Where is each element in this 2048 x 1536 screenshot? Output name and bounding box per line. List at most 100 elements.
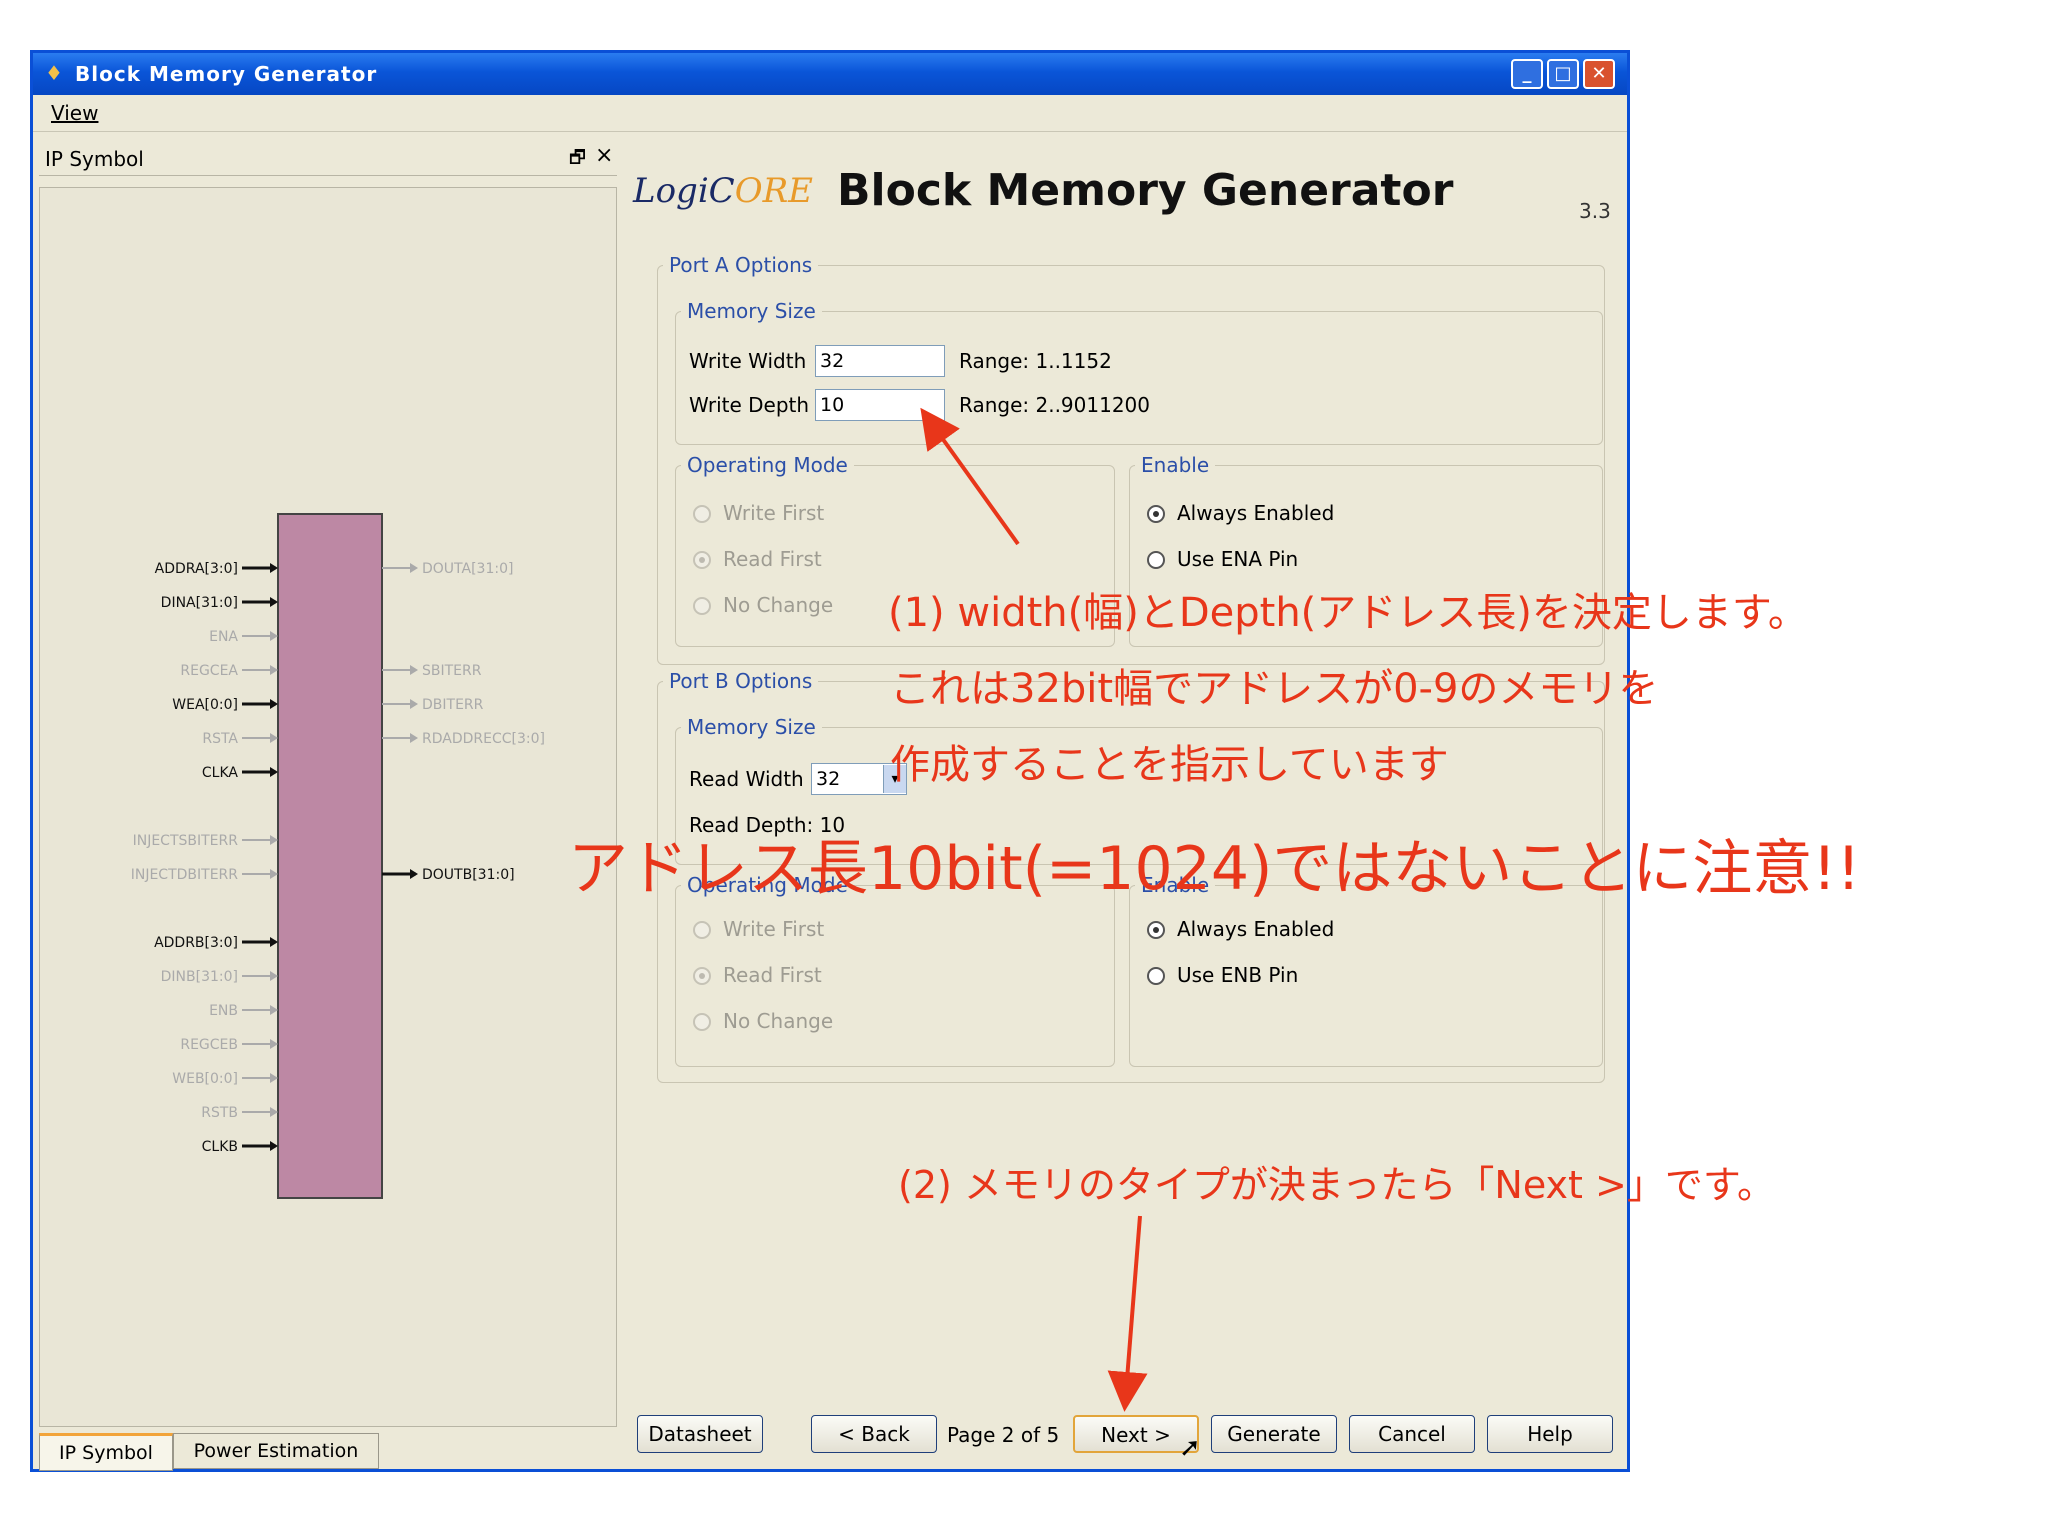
version-label: 3.3: [1579, 199, 1611, 223]
pin-arrow-icon: [410, 563, 418, 573]
annotation-warning: アドレス長10bit(=1024)ではないことに注意!!: [568, 834, 1861, 904]
port-b-memory-size-label: Memory Size: [681, 715, 822, 739]
page-title: Block Memory Generator: [837, 165, 1454, 216]
pin-label: CLKB: [202, 1139, 238, 1155]
port-a-read-first-label: Read First: [723, 547, 822, 571]
annotation-note1-line2: これは32bit幅でアドレスが0-9のメモリを: [890, 666, 1659, 712]
pin-label: INJECTSBITERR: [133, 833, 239, 849]
pin-label: ENA: [209, 629, 238, 645]
pin-label: REGCEB: [180, 1037, 238, 1053]
port-a-always-enabled-radio[interactable]: [1147, 505, 1165, 523]
pin-label: CLKA: [202, 765, 239, 781]
pin-arrow-icon: [270, 937, 278, 947]
port-b-write-first-radio[interactable]: [693, 921, 711, 939]
pin-arrow-icon: [270, 631, 278, 641]
pin-label: DINB[31:0]: [161, 969, 238, 985]
write-depth-field[interactable]: 10: [815, 389, 945, 421]
pin-label: ENB: [209, 1003, 238, 1019]
logo-text-mid: O: [734, 171, 763, 211]
pin-label: DOUTB[31:0]: [422, 867, 515, 883]
close-button[interactable]: ✕: [1583, 59, 1615, 89]
maximize-button[interactable]: □: [1547, 59, 1579, 89]
pin-label: DINA[31:0]: [161, 595, 238, 611]
port-b-no-change-radio[interactable]: [693, 1013, 711, 1031]
pin-arrow-icon: [270, 665, 278, 675]
pin-arrow-icon: [270, 1141, 278, 1151]
port-a-memory-size-group: [675, 311, 1603, 445]
ip-symbol-panel-header: IP Symbol 🗗 ×: [39, 141, 617, 176]
pin-arrow-icon: [270, 699, 278, 709]
cancel-button[interactable]: Cancel: [1349, 1415, 1475, 1453]
write-depth-range: Range: 2..9011200: [959, 393, 1150, 417]
port-a-use-ena-label: Use ENA Pin: [1177, 547, 1299, 571]
tab-power-estimation[interactable]: Power Estimation: [173, 1433, 379, 1469]
pin-label: ADDRB[3:0]: [154, 935, 238, 951]
port-b-read-first-radio[interactable]: [693, 967, 711, 985]
restore-icon[interactable]: 🗗: [569, 145, 586, 175]
pin-arrow-icon: [270, 835, 278, 845]
pin-arrow-icon: [270, 767, 278, 777]
menu-view[interactable]: View: [51, 101, 98, 125]
port-a-enable-label: Enable: [1135, 453, 1216, 477]
write-depth-label: Write Depth: [689, 393, 810, 417]
pin-label: DBITERR: [422, 697, 484, 713]
port-b-write-first-label: Write First: [723, 917, 825, 941]
title-bar[interactable]: ♦ Block Memory Generator _ □ ✕: [33, 53, 1627, 95]
pin-arrow-icon: [410, 733, 418, 743]
back-button[interactable]: < Back: [811, 1415, 937, 1453]
ip-symbol-diagram: ADDRA[3:0] DINA[31:0] ENA REGCEA WEA[0:0] RST…: [131, 513, 545, 1199]
write-width-field[interactable]: 32: [815, 345, 945, 377]
generate-button[interactable]: Generate: [1211, 1415, 1337, 1453]
logo-text-prefix: LogiC: [633, 171, 735, 211]
pin-arrow-icon: [270, 1107, 278, 1117]
pin-arrow-icon: [270, 733, 278, 743]
pin-label: SBITERR: [422, 663, 482, 679]
annotation-note1-line3: 作成することを指示しています: [890, 742, 1449, 788]
pin-label: WEA[0:0]: [172, 697, 238, 713]
minimize-button[interactable]: _: [1511, 59, 1543, 89]
port-a-always-enabled-label: Always Enabled: [1177, 501, 1335, 525]
port-a-read-first-radio[interactable]: [693, 551, 711, 569]
pin-arrow-icon: [270, 1039, 278, 1049]
logo-text-suffix: RE: [762, 171, 813, 211]
pin-arrow-icon: [270, 1005, 278, 1015]
pin-label: RSTB: [201, 1105, 238, 1121]
pin-arrow-icon: [270, 597, 278, 607]
port-b-no-change-label: No Change: [723, 1009, 834, 1033]
tab-ip-symbol[interactable]: IP Symbol: [39, 1433, 173, 1471]
port-a-memory-size-label: Memory Size: [681, 299, 822, 323]
port-a-operating-mode-label: Operating Mode: [681, 453, 854, 477]
port-b-use-enb-radio[interactable]: [1147, 967, 1165, 985]
help-button[interactable]: Help: [1487, 1415, 1613, 1453]
app-icon: ♦: [45, 61, 63, 85]
port-a-use-ena-radio[interactable]: [1147, 551, 1165, 569]
menu-bar: View: [33, 95, 1627, 132]
port-a-no-change-radio[interactable]: [693, 597, 711, 615]
pin-label: ADDRA[3:0]: [155, 561, 238, 577]
port-b-label: Port B Options: [663, 669, 819, 693]
pin-arrow-icon: [270, 869, 278, 879]
port-b-use-enb-label: Use ENB Pin: [1177, 963, 1299, 987]
port-b-always-enabled-radio[interactable]: [1147, 921, 1165, 939]
pin-label: WEB[0:0]: [172, 1071, 238, 1087]
port-a-write-first-radio[interactable]: [693, 505, 711, 523]
port-b-always-enabled-label: Always Enabled: [1177, 917, 1335, 941]
read-width-label: Read Width: [689, 767, 804, 791]
pin-arrow-icon: [410, 665, 418, 675]
write-width-range: Range: 1..1152: [959, 349, 1112, 373]
datasheet-button[interactable]: Datasheet: [637, 1415, 763, 1453]
memory-block: [277, 513, 383, 1199]
ip-symbol-canvas: ADDRA[3:0] DINA[31:0] ENA REGCEA WEA[0:0] RST…: [39, 187, 617, 1427]
mouse-cursor-icon: ➚: [1179, 1433, 1201, 1463]
port-a-label: Port A Options: [663, 253, 819, 277]
port-a-write-first-label: Write First: [723, 501, 825, 525]
pin-arrow-icon: [410, 869, 418, 879]
logicore-logo: LogiCORE: [633, 171, 813, 211]
panel-title: IP Symbol: [45, 147, 144, 171]
port-b-read-first-label: Read First: [723, 963, 822, 987]
annotation-note1-line1: (1) width(幅)とDepth(アドレス長)を決定します。: [888, 590, 1808, 636]
left-panel-tabs: IP Symbol Power Estimation: [39, 1431, 617, 1471]
close-panel-icon[interactable]: ×: [595, 143, 613, 168]
pin-label: REGCEA: [180, 663, 238, 679]
port-a-no-change-label: No Change: [723, 593, 834, 617]
